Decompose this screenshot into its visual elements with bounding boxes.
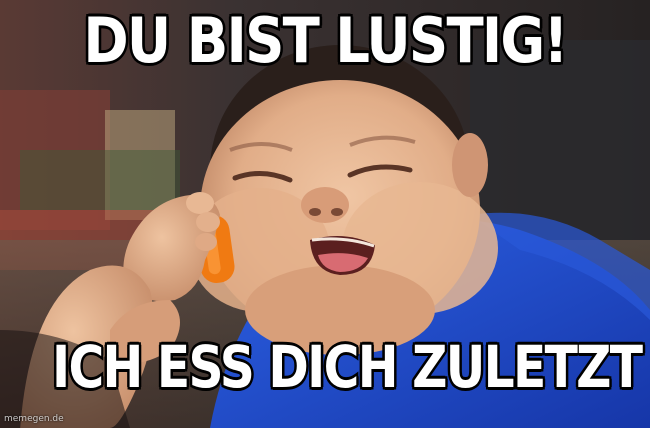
- watermark: memegen.de: [4, 414, 64, 424]
- bottom-caption: ICH ESS DICH ZULETZT ...: [50, 333, 650, 401]
- meme-image: DU BIST LUSTIG! ICH ESS DICH ZULETZT ...…: [0, 0, 650, 428]
- top-caption: DU BIST LUSTIG!: [81, 4, 570, 77]
